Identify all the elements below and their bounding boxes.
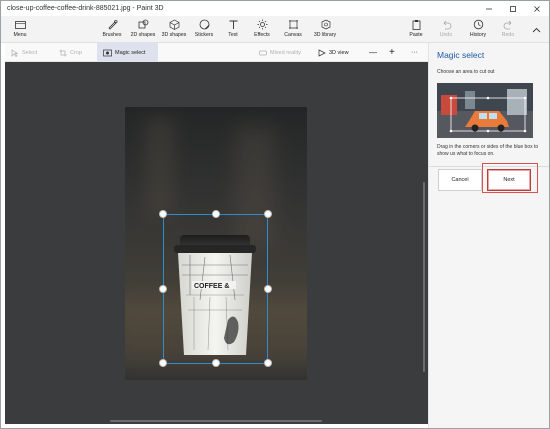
ellipsis-icon: ··· <box>411 49 418 56</box>
shapes-2d-icon <box>136 18 150 31</box>
mixed-reality-icon <box>259 50 267 55</box>
zoom-in-button[interactable]: + <box>389 43 395 62</box>
collapse-ribbon-button[interactable] <box>529 16 543 43</box>
folder-icon <box>13 18 27 31</box>
close-button[interactable] <box>525 1 549 16</box>
tool-text[interactable]: Text <box>224 16 242 43</box>
menu-label: Menu <box>13 32 27 38</box>
zoom-out-button[interactable]: — <box>369 43 377 62</box>
undo-icon <box>439 18 453 31</box>
resize-handle-left[interactable] <box>159 285 167 293</box>
panel-subtitle: Choose an area to cut out <box>437 69 495 75</box>
redo-button[interactable]: Redo <box>499 16 517 43</box>
play-3d-icon <box>318 48 326 57</box>
tool-stickers[interactable]: Stickers <box>193 16 215 43</box>
crop-tool[interactable]: Crop <box>59 43 82 62</box>
menu-button[interactable]: Menu <box>9 16 31 43</box>
history-button[interactable]: History <box>467 16 489 43</box>
magic-select-label: Magic select <box>115 49 146 56</box>
mixed-reality-tool[interactable]: Mixed reality <box>259 43 301 62</box>
minimize-icon <box>486 8 492 9</box>
resize-handle-bottom-right[interactable] <box>264 359 272 367</box>
sun-icon <box>255 18 269 31</box>
panel-description: Drag in the corners or sides of the blue… <box>437 144 539 157</box>
history-label: History <box>469 32 487 38</box>
next-highlight-box <box>482 163 538 193</box>
brush-icon <box>105 18 119 31</box>
resize-handle-top[interactable] <box>212 210 220 218</box>
more-options-button[interactable]: ··· <box>411 43 418 62</box>
resize-handle-top-right[interactable] <box>264 210 272 218</box>
history-icon <box>471 18 485 31</box>
redo-icon <box>501 18 515 31</box>
window-controls <box>477 1 549 16</box>
resize-handle-bottom[interactable] <box>212 359 220 367</box>
cancel-button[interactable]: Cancel <box>438 169 482 191</box>
select-tool[interactable]: Select <box>11 43 37 62</box>
magic-select-tool[interactable]: Magic select <box>97 43 158 62</box>
title-bar: close-up-coffee-coffee-drink-885021.jpg … <box>1 1 549 16</box>
horizontal-scrollbar[interactable] <box>110 420 322 422</box>
tool-label: Text <box>228 32 238 38</box>
tool-2d-shapes[interactable]: 2D shapes <box>129 16 157 43</box>
vertical-scrollbar[interactable] <box>423 182 425 372</box>
select-label: Select <box>22 49 38 56</box>
view-3d-tool[interactable]: 3D view <box>318 43 349 62</box>
paste-label: Paste <box>409 32 423 38</box>
crop-icon <box>59 49 67 56</box>
minimize-button[interactable] <box>477 1 501 16</box>
tool-brushes[interactable]: Brushes <box>100 16 124 43</box>
magic-select-box[interactable] <box>163 214 268 364</box>
undo-button[interactable]: Undo <box>437 16 455 43</box>
crop-label: Crop <box>70 49 82 56</box>
paste-button[interactable]: Paste <box>406 16 426 43</box>
tool-label: Stickers <box>194 32 214 38</box>
redo-label: Redo <box>501 32 515 38</box>
cube-icon <box>167 18 181 31</box>
tool-label: 3D library <box>313 32 337 38</box>
maximize-button[interactable] <box>501 1 525 16</box>
canvas-icon <box>286 18 300 31</box>
undo-label: Undo <box>439 32 453 38</box>
resize-handle-bottom-left[interactable] <box>159 359 167 367</box>
toolbar: Select Crop Magic select Mixed reality 3… <box>5 43 428 62</box>
maximize-icon <box>510 5 516 12</box>
sticker-icon <box>197 18 211 31</box>
paste-icon <box>409 18 423 31</box>
resize-handle-top-left[interactable] <box>159 210 167 218</box>
magic-select-illustration <box>437 83 533 138</box>
mixed-reality-label: Mixed reality <box>270 49 301 56</box>
window-title: close-up-coffee-coffee-drink-885021.jpg … <box>7 5 164 12</box>
minus-icon: — <box>369 48 377 57</box>
tool-label: Canvas <box>284 32 302 38</box>
magic-select-panel: Magic select Choose an area to cut out D… <box>428 43 549 428</box>
canvas-area[interactable]: COFFEE & <box>5 62 428 424</box>
tool-canvas[interactable]: Canvas <box>282 16 304 43</box>
chevron-up-icon <box>529 23 543 36</box>
cursor-icon <box>11 48 19 57</box>
ribbon: Menu Brushes 2D shapes 3D shapes Sticker… <box>1 16 549 43</box>
resize-handle-right[interactable] <box>264 285 272 293</box>
text-icon <box>226 18 240 31</box>
view-3d-label: 3D view <box>329 49 349 56</box>
tool-label: Brushes <box>102 32 122 38</box>
magic-select-icon <box>103 49 112 56</box>
tool-3d-shapes[interactable]: 3D shapes <box>160 16 188 43</box>
library-icon <box>318 18 332 31</box>
plus-icon: + <box>389 47 395 58</box>
panel-title: Magic select <box>437 50 485 60</box>
tool-label: Effects <box>254 32 270 38</box>
tool-label: 3D shapes <box>161 32 187 38</box>
tool-label: 2D shapes <box>130 32 156 38</box>
tool-3d-library[interactable]: 3D library <box>311 16 339 43</box>
paint3d-window: close-up-coffee-coffee-drink-885021.jpg … <box>0 0 550 429</box>
tool-effects[interactable]: Effects <box>251 16 273 43</box>
close-icon <box>534 5 540 12</box>
